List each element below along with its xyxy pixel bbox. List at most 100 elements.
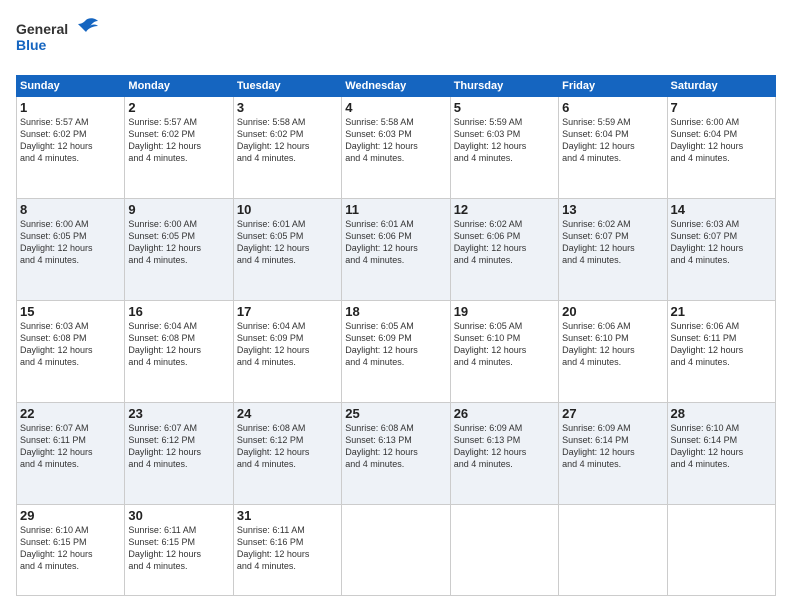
day-info: Sunrise: 6:10 AM Sunset: 6:15 PM Dayligh… <box>20 524 121 573</box>
weekday-header-wednesday: Wednesday <box>342 76 450 97</box>
day-number: 19 <box>454 304 555 319</box>
day-info: Sunrise: 6:09 AM Sunset: 6:13 PM Dayligh… <box>454 422 555 471</box>
day-info: Sunrise: 6:04 AM Sunset: 6:08 PM Dayligh… <box>128 320 229 369</box>
day-number: 26 <box>454 406 555 421</box>
calendar-cell: 4Sunrise: 5:58 AM Sunset: 6:03 PM Daylig… <box>342 97 450 199</box>
calendar-header-row: SundayMondayTuesdayWednesdayThursdayFrid… <box>17 76 776 97</box>
day-number: 17 <box>237 304 338 319</box>
day-number: 13 <box>562 202 663 217</box>
calendar-cell: 23Sunrise: 6:07 AM Sunset: 6:12 PM Dayli… <box>125 402 233 504</box>
calendar-cell: 9Sunrise: 6:00 AM Sunset: 6:05 PM Daylig… <box>125 198 233 300</box>
calendar-cell: 15Sunrise: 6:03 AM Sunset: 6:08 PM Dayli… <box>17 300 125 402</box>
calendar-cell: 5Sunrise: 5:59 AM Sunset: 6:03 PM Daylig… <box>450 97 558 199</box>
calendar-cell: 22Sunrise: 6:07 AM Sunset: 6:11 PM Dayli… <box>17 402 125 504</box>
day-info: Sunrise: 5:58 AM Sunset: 6:03 PM Dayligh… <box>345 116 446 165</box>
day-info: Sunrise: 6:09 AM Sunset: 6:14 PM Dayligh… <box>562 422 663 471</box>
day-number: 20 <box>562 304 663 319</box>
day-number: 2 <box>128 100 229 115</box>
day-info: Sunrise: 6:01 AM Sunset: 6:05 PM Dayligh… <box>237 218 338 267</box>
calendar-cell: 18Sunrise: 6:05 AM Sunset: 6:09 PM Dayli… <box>342 300 450 402</box>
calendar-cell: 3Sunrise: 5:58 AM Sunset: 6:02 PM Daylig… <box>233 97 341 199</box>
day-info: Sunrise: 6:06 AM Sunset: 6:11 PM Dayligh… <box>671 320 772 369</box>
calendar-week-row: 1Sunrise: 5:57 AM Sunset: 6:02 PM Daylig… <box>17 97 776 199</box>
calendar-cell: 19Sunrise: 6:05 AM Sunset: 6:10 PM Dayli… <box>450 300 558 402</box>
day-info: Sunrise: 6:10 AM Sunset: 6:14 PM Dayligh… <box>671 422 772 471</box>
day-info: Sunrise: 6:03 AM Sunset: 6:08 PM Dayligh… <box>20 320 121 369</box>
calendar-week-row: 15Sunrise: 6:03 AM Sunset: 6:08 PM Dayli… <box>17 300 776 402</box>
day-info: Sunrise: 6:05 AM Sunset: 6:10 PM Dayligh… <box>454 320 555 369</box>
day-number: 10 <box>237 202 338 217</box>
weekday-header-thursday: Thursday <box>450 76 558 97</box>
calendar-cell: 2Sunrise: 5:57 AM Sunset: 6:02 PM Daylig… <box>125 97 233 199</box>
header: General Blue <box>16 16 776 65</box>
calendar-cell: 6Sunrise: 5:59 AM Sunset: 6:04 PM Daylig… <box>559 97 667 199</box>
calendar-cell: 29Sunrise: 6:10 AM Sunset: 6:15 PM Dayli… <box>17 504 125 595</box>
calendar-cell <box>342 504 450 595</box>
calendar-cell: 20Sunrise: 6:06 AM Sunset: 6:10 PM Dayli… <box>559 300 667 402</box>
day-number: 30 <box>128 508 229 523</box>
calendar-cell: 21Sunrise: 6:06 AM Sunset: 6:11 PM Dayli… <box>667 300 775 402</box>
day-number: 21 <box>671 304 772 319</box>
svg-text:General: General <box>16 21 68 37</box>
calendar-cell: 30Sunrise: 6:11 AM Sunset: 6:15 PM Dayli… <box>125 504 233 595</box>
day-number: 23 <box>128 406 229 421</box>
day-number: 3 <box>237 100 338 115</box>
calendar-week-row: 29Sunrise: 6:10 AM Sunset: 6:15 PM Dayli… <box>17 504 776 595</box>
main-container: General Blue SundayMondayTuesdayWednesda… <box>0 0 792 612</box>
calendar-cell: 11Sunrise: 6:01 AM Sunset: 6:06 PM Dayli… <box>342 198 450 300</box>
calendar-cell: 12Sunrise: 6:02 AM Sunset: 6:06 PM Dayli… <box>450 198 558 300</box>
day-info: Sunrise: 6:07 AM Sunset: 6:11 PM Dayligh… <box>20 422 121 471</box>
day-number: 28 <box>671 406 772 421</box>
day-number: 1 <box>20 100 121 115</box>
day-info: Sunrise: 5:59 AM Sunset: 6:04 PM Dayligh… <box>562 116 663 165</box>
weekday-header-friday: Friday <box>559 76 667 97</box>
day-info: Sunrise: 6:04 AM Sunset: 6:09 PM Dayligh… <box>237 320 338 369</box>
day-info: Sunrise: 6:03 AM Sunset: 6:07 PM Dayligh… <box>671 218 772 267</box>
day-info: Sunrise: 6:07 AM Sunset: 6:12 PM Dayligh… <box>128 422 229 471</box>
day-info: Sunrise: 6:01 AM Sunset: 6:06 PM Dayligh… <box>345 218 446 267</box>
day-info: Sunrise: 6:11 AM Sunset: 6:15 PM Dayligh… <box>128 524 229 573</box>
calendar-week-row: 8Sunrise: 6:00 AM Sunset: 6:05 PM Daylig… <box>17 198 776 300</box>
calendar-cell: 8Sunrise: 6:00 AM Sunset: 6:05 PM Daylig… <box>17 198 125 300</box>
weekday-header-monday: Monday <box>125 76 233 97</box>
weekday-header-tuesday: Tuesday <box>233 76 341 97</box>
day-info: Sunrise: 6:02 AM Sunset: 6:07 PM Dayligh… <box>562 218 663 267</box>
day-number: 15 <box>20 304 121 319</box>
day-number: 5 <box>454 100 555 115</box>
day-number: 16 <box>128 304 229 319</box>
day-number: 22 <box>20 406 121 421</box>
calendar-cell: 17Sunrise: 6:04 AM Sunset: 6:09 PM Dayli… <box>233 300 341 402</box>
logo: General Blue <box>16 16 106 65</box>
day-info: Sunrise: 5:58 AM Sunset: 6:02 PM Dayligh… <box>237 116 338 165</box>
day-number: 31 <box>237 508 338 523</box>
day-info: Sunrise: 6:11 AM Sunset: 6:16 PM Dayligh… <box>237 524 338 573</box>
day-info: Sunrise: 6:08 AM Sunset: 6:12 PM Dayligh… <box>237 422 338 471</box>
day-info: Sunrise: 5:57 AM Sunset: 6:02 PM Dayligh… <box>20 116 121 165</box>
day-number: 25 <box>345 406 446 421</box>
calendar-week-row: 22Sunrise: 6:07 AM Sunset: 6:11 PM Dayli… <box>17 402 776 504</box>
day-info: Sunrise: 6:05 AM Sunset: 6:09 PM Dayligh… <box>345 320 446 369</box>
calendar-table: SundayMondayTuesdayWednesdayThursdayFrid… <box>16 75 776 596</box>
day-info: Sunrise: 6:06 AM Sunset: 6:10 PM Dayligh… <box>562 320 663 369</box>
day-number: 11 <box>345 202 446 217</box>
day-info: Sunrise: 6:00 AM Sunset: 6:05 PM Dayligh… <box>128 218 229 267</box>
day-number: 7 <box>671 100 772 115</box>
day-number: 27 <box>562 406 663 421</box>
weekday-header-sunday: Sunday <box>17 76 125 97</box>
day-number: 29 <box>20 508 121 523</box>
day-number: 9 <box>128 202 229 217</box>
calendar-cell: 10Sunrise: 6:01 AM Sunset: 6:05 PM Dayli… <box>233 198 341 300</box>
calendar-cell: 25Sunrise: 6:08 AM Sunset: 6:13 PM Dayli… <box>342 402 450 504</box>
day-info: Sunrise: 6:08 AM Sunset: 6:13 PM Dayligh… <box>345 422 446 471</box>
day-info: Sunrise: 6:00 AM Sunset: 6:04 PM Dayligh… <box>671 116 772 165</box>
day-number: 4 <box>345 100 446 115</box>
day-number: 6 <box>562 100 663 115</box>
calendar-cell: 14Sunrise: 6:03 AM Sunset: 6:07 PM Dayli… <box>667 198 775 300</box>
calendar-cell <box>559 504 667 595</box>
calendar-cell: 31Sunrise: 6:11 AM Sunset: 6:16 PM Dayli… <box>233 504 341 595</box>
calendar-cell <box>450 504 558 595</box>
day-number: 18 <box>345 304 446 319</box>
weekday-header-saturday: Saturday <box>667 76 775 97</box>
calendar-cell: 16Sunrise: 6:04 AM Sunset: 6:08 PM Dayli… <box>125 300 233 402</box>
day-info: Sunrise: 6:00 AM Sunset: 6:05 PM Dayligh… <box>20 218 121 267</box>
